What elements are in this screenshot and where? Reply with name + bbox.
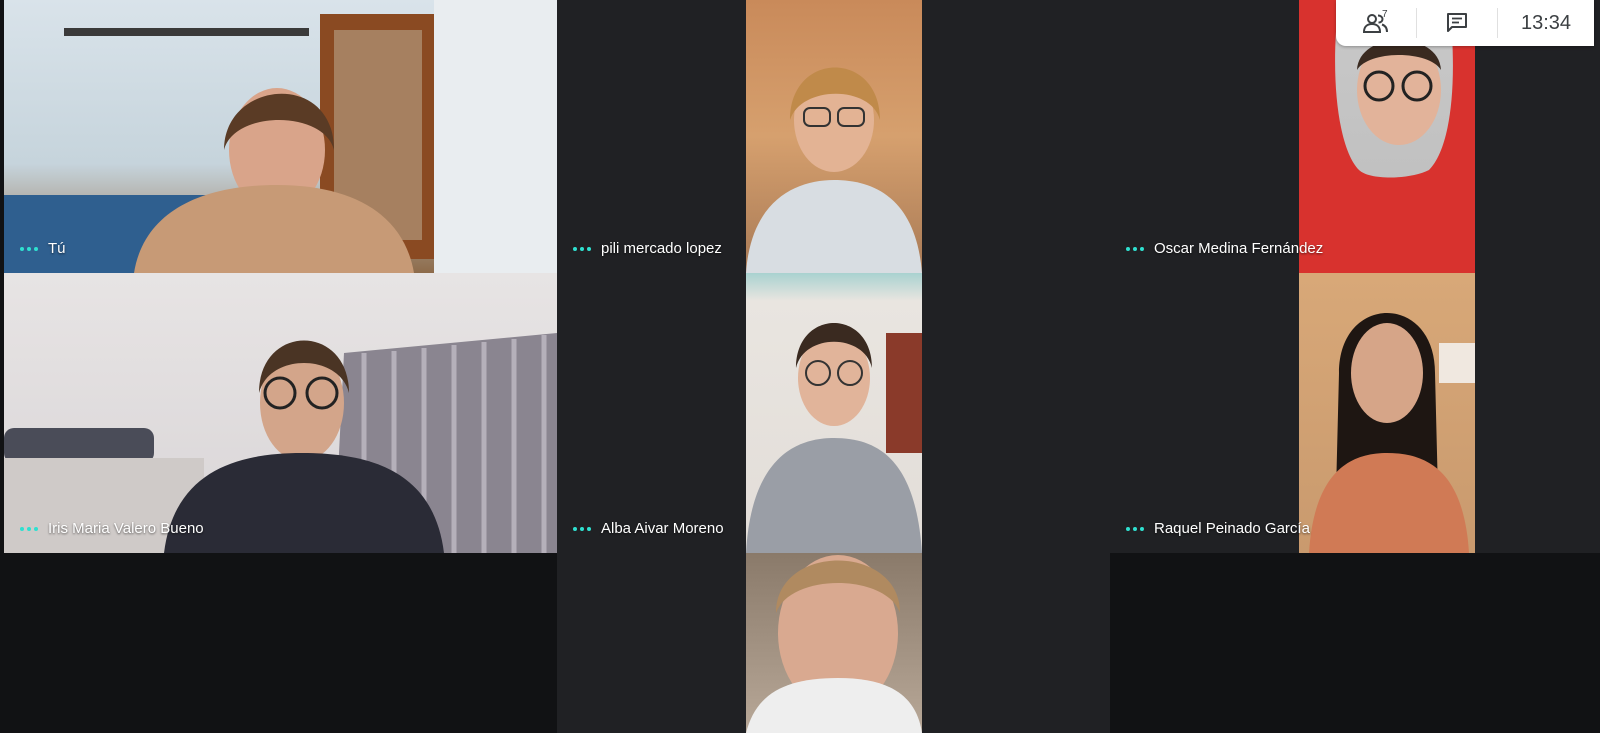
video-frame-image (746, 67, 922, 273)
video-feed (746, 0, 922, 273)
participant-name: Oscar Medina Fernández (1154, 240, 1324, 257)
participant-label: Iris Maria Valero Bueno (20, 520, 204, 537)
chat-button[interactable] (1417, 0, 1497, 46)
participant-name: Tú (48, 240, 66, 257)
more-options-icon[interactable] (20, 246, 38, 251)
participant-name: Raquel Peinado García (1154, 520, 1310, 537)
participant-tile[interactable] (557, 553, 1110, 733)
participant-tile[interactable]: Raquel Peinado García (1110, 273, 1600, 553)
video-frame-image (746, 555, 922, 733)
video-feed (4, 0, 557, 273)
participants-button[interactable]: 7 (1336, 0, 1416, 46)
participant-label: Oscar Medina Fernández (1126, 240, 1323, 257)
participant-tile[interactable]: Iris Maria Valero Bueno (4, 273, 557, 553)
video-feed (1299, 273, 1475, 553)
participant-label: Tú (20, 240, 66, 257)
participant-label: Raquel Peinado García (1126, 520, 1310, 537)
participant-name: Iris Maria Valero Bueno (48, 520, 204, 537)
more-options-icon[interactable] (1126, 526, 1144, 531)
video-frame-image (4, 0, 557, 273)
participants-count: 7 (1382, 9, 1388, 20)
more-options-icon[interactable] (20, 526, 38, 531)
video-frame-image (1309, 313, 1475, 553)
more-options-icon[interactable] (573, 526, 591, 531)
video-feed (4, 273, 557, 553)
video-feed (746, 553, 922, 733)
video-feed (746, 273, 922, 553)
chat-icon (1447, 13, 1467, 32)
participant-label: Alba Aivar Moreno (573, 520, 724, 537)
more-options-icon[interactable] (1126, 246, 1144, 251)
participant-name: Alba Aivar Moreno (601, 520, 724, 537)
participant-tile[interactable]: Alba Aivar Moreno (557, 273, 1110, 553)
video-frame-image (746, 323, 922, 553)
participant-tile[interactable]: Tú (4, 0, 557, 273)
participant-label: pili mercado lopez (573, 240, 722, 257)
more-options-icon[interactable] (573, 246, 591, 251)
participant-tile[interactable]: pili mercado lopez (557, 0, 1110, 273)
meeting-top-bar: 7 13:34 (1336, 0, 1594, 46)
video-frame-image (4, 333, 557, 553)
clock: 13:34 (1520, 11, 1572, 34)
participant-name: pili mercado lopez (601, 240, 722, 257)
